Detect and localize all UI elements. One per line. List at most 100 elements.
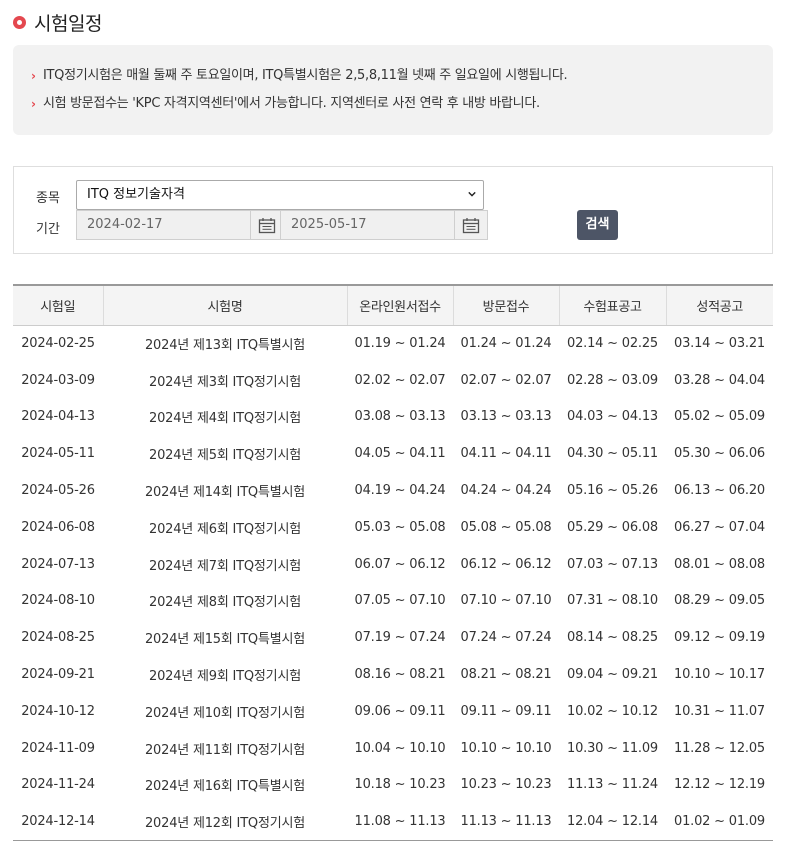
table-row: 2024-08-10 2024년 제8회 ITQ정기시험 07.05 ~ 07.10… — [13, 583, 773, 620]
calendar-icon — [462, 217, 480, 233]
end-date-value: 2025-05-17 — [291, 217, 367, 232]
exam-schedule-table: 시험일 시험명 온라인원서접수 방문접수 수험표공고 성적공고 2024-02-… — [13, 284, 773, 841]
column-header: 성적공고 — [665, 284, 773, 326]
category-select[interactable]: ITQ 정보기술자격 — [76, 180, 484, 210]
visit-application-cell: 10.23 ~ 10.23 — [460, 777, 552, 793]
exam-name-cell: 2024년 제5회 ITQ정기시험 — [149, 448, 301, 464]
admission-ticket-cell: 02.28 ~ 03.09 — [567, 372, 658, 388]
exam-date-cell: 2024-05-11 — [21, 446, 95, 462]
exam-name-cell: 2024년 제14회 ITQ특별시험 — [144, 485, 306, 501]
column-header: 방문접수 — [452, 284, 559, 326]
online-application-cell: 07.19 ~ 07.24 — [354, 630, 446, 646]
exam-date-cell: 2024-11-24 — [21, 777, 95, 793]
admission-ticket-cell: 05.29 ~ 06.08 — [567, 519, 658, 535]
chevron-right-icon: › — [31, 97, 36, 111]
start-date-value: 2024-02-17 — [87, 217, 163, 232]
score-announcement-cell: 10.31 ~ 11.07 — [674, 703, 765, 719]
visit-application-cell: 05.08 ~ 05.08 — [460, 519, 552, 535]
page-title: 시험일정 — [34, 12, 102, 35]
start-date-calendar-button[interactable] — [250, 210, 284, 240]
start-date-input[interactable]: 2024-02-17 — [76, 210, 251, 240]
admission-ticket-cell: 04.30 ~ 05.11 — [567, 446, 658, 462]
online-application-cell: 05.03 ~ 05.08 — [354, 519, 446, 535]
table-body: 2024-02-25 2024년 제13회 ITQ특별시험 01.19 ~ 01.2… — [13, 325, 773, 841]
column-header: 온라인원서접수 — [346, 284, 453, 326]
score-announcement-cell: 05.30 ~ 06.06 — [674, 446, 765, 462]
exam-date-cell: 2024-06-08 — [21, 519, 95, 535]
score-announcement-cell: 03.28 ~ 04.04 — [674, 372, 765, 388]
table-row: 2024-02-25 2024년 제13회 ITQ특별시험 01.19 ~ 01.2… — [13, 325, 773, 362]
notice-text: ITQ정기시험은 매월 둘째 주 토요일이며, ITQ특별시험은 2,5,8,1… — [43, 68, 568, 83]
search-button[interactable]: 검색 — [577, 210, 618, 240]
visit-application-cell: 04.24 ~ 04.24 — [460, 483, 552, 499]
score-announcement-cell: 08.29 ~ 09.05 — [674, 593, 765, 609]
exam-name-cell: 2024년 제16회 ITQ특별시험 — [144, 779, 306, 795]
exam-name-cell: 2024년 제8회 ITQ정기시험 — [149, 595, 301, 611]
score-announcement-cell: 11.28 ~ 12.05 — [674, 740, 765, 756]
table-row: 2024-08-25 2024년 제15회 ITQ특별시험 07.19 ~ 07.2… — [13, 619, 773, 656]
table-row: 2024-05-26 2024년 제14회 ITQ특별시험 04.19 ~ 04.2… — [13, 472, 773, 509]
admission-ticket-cell: 07.03 ~ 07.13 — [567, 556, 658, 572]
online-application-cell: 03.08 ~ 03.13 — [354, 409, 446, 425]
admission-ticket-cell: 11.13 ~ 11.24 — [567, 777, 658, 793]
exam-date-cell: 2024-02-25 — [21, 336, 95, 352]
online-application-cell: 06.07 ~ 06.12 — [354, 556, 446, 572]
notice-text: 시험 방문접수는 'KPC 자격지역센터'에서 가능합니다. 지역센터로 사전 … — [43, 96, 540, 111]
visit-application-cell: 02.07 ~ 02.07 — [460, 372, 552, 388]
table-row: 2024-09-21 2024년 제9회 ITQ정기시험 08.16 ~ 08.21… — [13, 656, 773, 693]
score-announcement-cell: 09.12 ~ 09.19 — [674, 630, 765, 646]
admission-ticket-cell: 08.14 ~ 08.25 — [567, 630, 658, 646]
table-row: 2024-10-12 2024년 제10회 ITQ정기시험 09.06 ~ 09.1… — [13, 693, 773, 730]
score-announcement-cell: 03.14 ~ 03.21 — [674, 336, 765, 352]
table-row: 2024-12-14 2024년 제12회 ITQ정기시험 11.08 ~ 11.1… — [13, 803, 773, 841]
exam-name-cell: 2024년 제12회 ITQ정기시험 — [103, 803, 347, 841]
exam-date-cell: 2024-09-21 — [21, 667, 95, 683]
category-select-value: ITQ 정보기술자격 — [87, 187, 185, 202]
table-row: 2024-05-11 2024년 제5회 ITQ정기시험 04.05 ~ 04.11… — [13, 435, 773, 472]
table-row: 2024-03-09 2024년 제3회 ITQ정기시험 02.02 ~ 02.07… — [13, 362, 773, 399]
admission-ticket-cell: 09.04 ~ 09.21 — [567, 667, 658, 683]
table-row: 2024-06-08 2024년 제6회 ITQ정기시험 05.03 ~ 05.08… — [13, 509, 773, 546]
score-announcement-cell: 08.01 ~ 08.08 — [674, 556, 765, 572]
score-announcement-cell: 01.02 ~ 01.09 — [666, 803, 773, 841]
exam-date-cell: 2024-08-25 — [21, 630, 95, 646]
score-announcement-cell: 06.13 ~ 06.20 — [674, 483, 765, 499]
table-row: 2024-04-13 2024년 제4회 ITQ정기시험 03.08 ~ 03.13… — [13, 399, 773, 436]
exam-name-cell: 2024년 제9회 ITQ정기시험 — [149, 669, 301, 685]
online-application-cell: 10.18 ~ 10.23 — [354, 777, 446, 793]
visit-application-cell: 01.24 ~ 01.24 — [460, 336, 552, 352]
admission-ticket-cell: 02.14 ~ 02.25 — [567, 336, 658, 352]
column-header: 시험일 — [13, 284, 103, 326]
online-application-cell: 02.02 ~ 02.07 — [354, 372, 446, 388]
visit-application-cell: 11.13 ~ 11.13 — [453, 803, 559, 841]
exam-date-cell: 2024-05-26 — [21, 483, 95, 499]
exam-date-cell: 2024-07-13 — [21, 556, 95, 572]
chevron-right-icon: › — [31, 69, 36, 83]
notice-line: › 시험 방문접수는 'KPC 자격지역센터'에서 가능합니다. 지역센터로 사… — [31, 95, 773, 123]
end-date-input[interactable]: 2025-05-17 — [280, 210, 455, 240]
admission-ticket-cell: 05.16 ~ 05.26 — [567, 483, 658, 499]
admission-ticket-cell: 10.30 ~ 11.09 — [567, 740, 658, 756]
end-date-calendar-button[interactable] — [454, 210, 488, 240]
visit-application-cell: 04.11 ~ 04.11 — [460, 446, 552, 462]
visit-application-cell: 07.24 ~ 07.24 — [460, 630, 552, 646]
exam-date-cell: 2024-12-14 — [13, 803, 103, 841]
admission-ticket-cell: 07.31 ~ 08.10 — [567, 593, 658, 609]
exam-name-cell: 2024년 제6회 ITQ정기시험 — [149, 521, 301, 537]
online-application-cell: 11.08 ~ 11.13 — [347, 803, 453, 841]
exam-name-cell: 2024년 제7회 ITQ정기시험 — [149, 558, 301, 574]
period-label: 기간 — [36, 222, 60, 237]
visit-application-cell: 03.13 ~ 03.13 — [460, 409, 552, 425]
exam-date-cell: 2024-03-09 — [21, 372, 95, 388]
visit-application-cell: 06.12 ~ 06.12 — [460, 556, 552, 572]
score-announcement-cell: 06.27 ~ 07.04 — [674, 519, 765, 535]
exam-name-cell: 2024년 제13회 ITQ특별시험 — [144, 338, 306, 354]
online-application-cell: 07.05 ~ 07.10 — [354, 593, 446, 609]
exam-name-cell: 2024년 제11회 ITQ정기시험 — [144, 742, 306, 758]
table-header-row: 시험일 시험명 온라인원서접수 방문접수 수험표공고 성적공고 — [13, 284, 773, 326]
title-bullet-icon — [13, 15, 26, 29]
admission-ticket-cell: 12.04 ~ 12.14 — [559, 803, 666, 841]
score-announcement-cell: 10.10 ~ 10.17 — [674, 667, 765, 683]
category-label: 종목 — [36, 191, 60, 206]
column-header: 시험명 — [102, 284, 347, 326]
